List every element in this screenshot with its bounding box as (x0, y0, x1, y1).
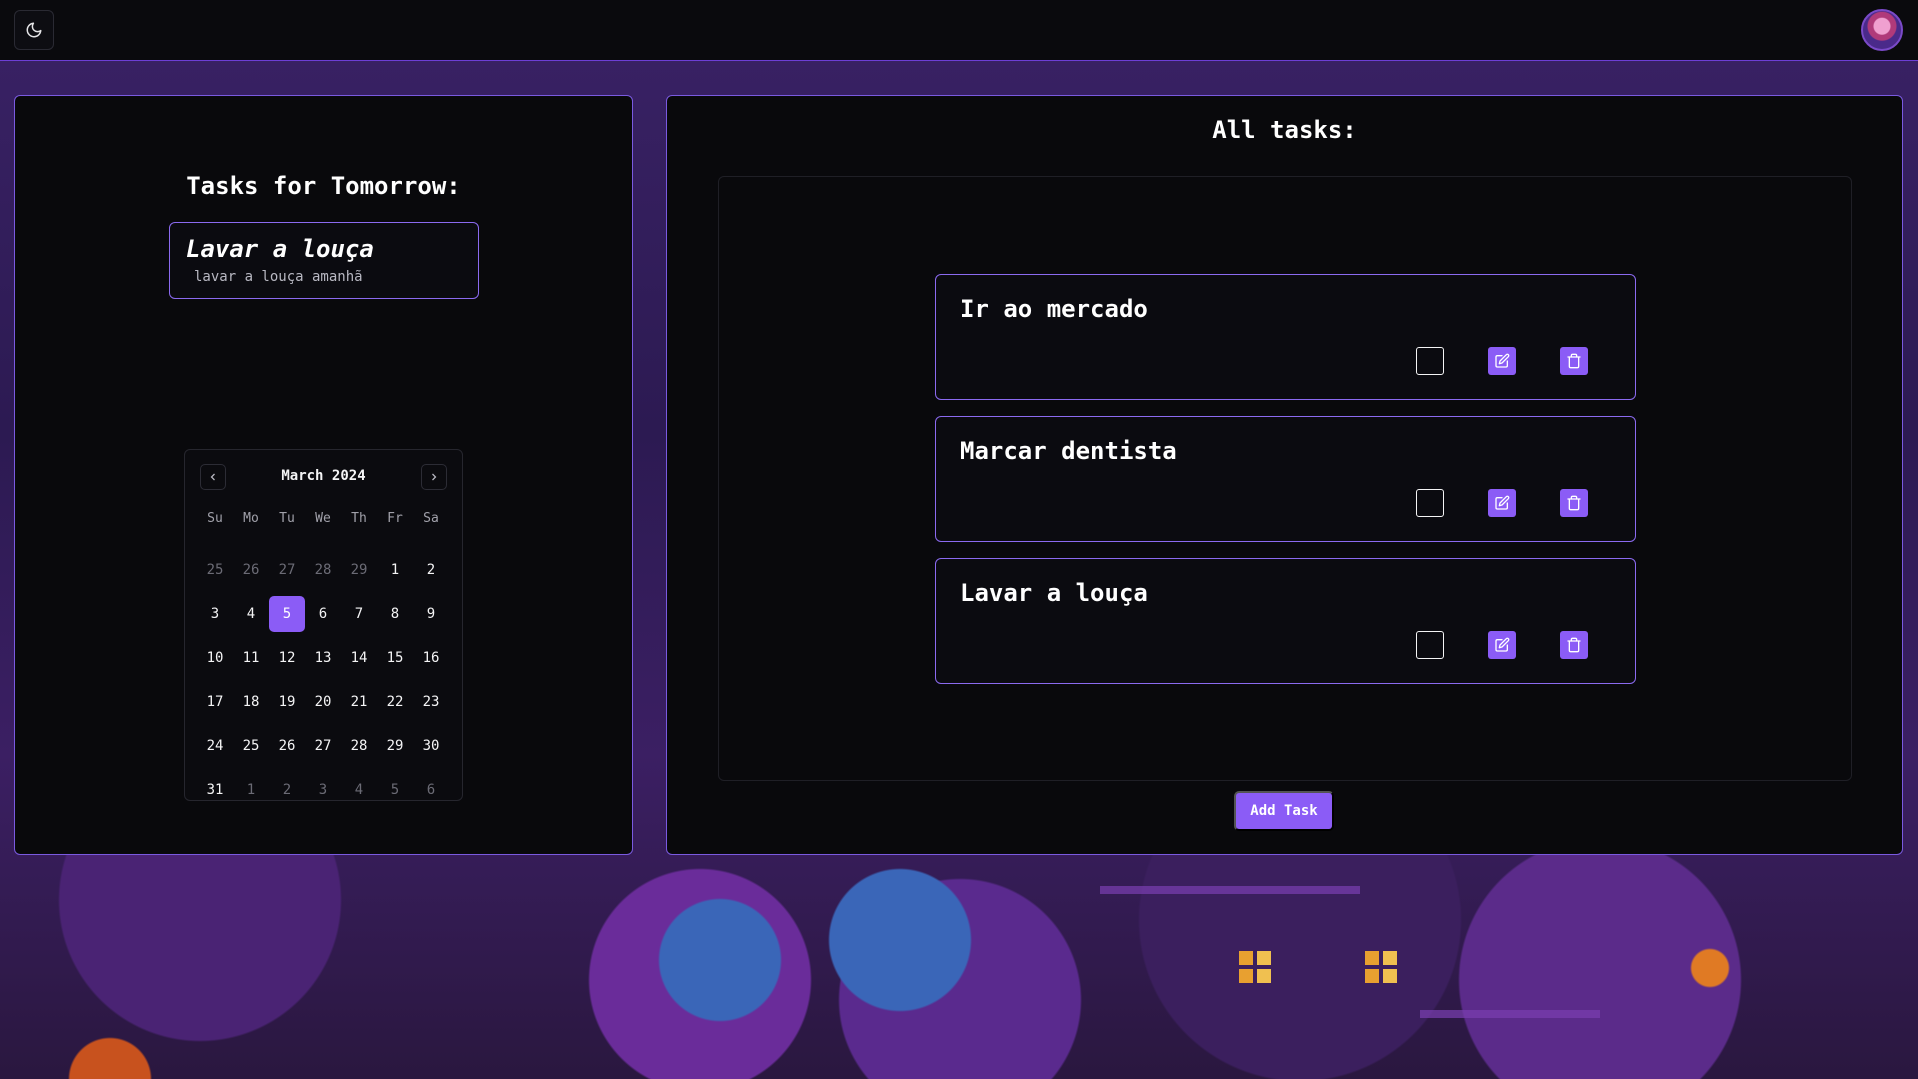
task-complete-checkbox[interactable] (1416, 489, 1444, 517)
add-task-button[interactable]: Add Task (1234, 791, 1334, 831)
task-delete-button[interactable] (1560, 631, 1588, 659)
calendar-weekday: We (315, 510, 331, 526)
tomorrow-title: Tasks for Tomorrow: (186, 172, 461, 200)
calendar-day[interactable]: 16 (413, 640, 449, 676)
calendar-day[interactable]: 24 (197, 728, 233, 764)
calendar-day[interactable]: 6 (305, 596, 341, 632)
calendar-day[interactable]: 2 (269, 772, 305, 808)
calendar-day[interactable]: 19 (269, 684, 305, 720)
calendar-day[interactable]: 17 (197, 684, 233, 720)
calendar-day[interactable]: 3 (197, 596, 233, 632)
calendar-day[interactable]: 9 (413, 596, 449, 632)
calendar-day[interactable]: 23 (413, 684, 449, 720)
calendar-weekday: Tu (279, 510, 295, 526)
calendar-weekday: Sa (423, 510, 439, 526)
calendar-day[interactable]: 22 (377, 684, 413, 720)
calendar: March 2024 Su Mo Tu We Th Fr Sa 25 26 27 28 29 1 2 3 4 5… (184, 449, 463, 801)
task-delete-button[interactable] (1560, 347, 1588, 375)
task-card: Marcar dentista (935, 416, 1636, 542)
calendar-day[interactable]: 13 (305, 640, 341, 676)
chevron-right-icon (432, 473, 437, 481)
calendar-day[interactable]: 31 (197, 772, 233, 808)
tomorrow-task-title: Lavar a louça (186, 235, 374, 263)
tomorrow-task-card[interactable]: Lavar a louça lavar a louça amanhã (169, 222, 479, 299)
task-card: Ir ao mercado (935, 274, 1636, 400)
moon-icon (26, 22, 42, 38)
task-title: Ir ao mercado (960, 295, 1148, 323)
tomorrow-panel: Tasks for Tomorrow: Lavar a louça lavar … (14, 95, 633, 855)
calendar-day[interactable]: 5 (377, 772, 413, 808)
calendar-day[interactable]: 10 (197, 640, 233, 676)
edit-icon (1495, 637, 1510, 652)
calendar-day[interactable]: 26 (233, 552, 269, 588)
task-edit-button[interactable] (1488, 489, 1516, 517)
calendar-day[interactable]: 27 (305, 728, 341, 764)
calendar-day[interactable]: 1 (377, 552, 413, 588)
calendar-day[interactable]: 27 (269, 552, 305, 588)
task-edit-button[interactable] (1488, 631, 1516, 659)
calendar-day[interactable]: 30 (413, 728, 449, 764)
trash-icon (1567, 495, 1581, 511)
calendar-weekday: Th (351, 510, 367, 526)
tomorrow-task-description: lavar a louça amanhã (194, 269, 363, 285)
calendar-day[interactable]: 21 (341, 684, 377, 720)
task-complete-checkbox[interactable] (1416, 631, 1444, 659)
calendar-day[interactable]: 2 (413, 552, 449, 588)
calendar-day[interactable]: 29 (341, 552, 377, 588)
calendar-weekday: Fr (387, 510, 403, 526)
calendar-day[interactable]: 28 (341, 728, 377, 764)
calendar-day[interactable]: 25 (233, 728, 269, 764)
task-list: Ir ao mercado Marcar dentista Lavar a lo… (718, 176, 1852, 781)
calendar-next-button[interactable] (421, 464, 447, 490)
calendar-day[interactable]: 1 (233, 772, 269, 808)
task-title: Marcar dentista (960, 437, 1177, 465)
task-complete-checkbox[interactable] (1416, 347, 1444, 375)
calendar-day[interactable]: 25 (197, 552, 233, 588)
calendar-day[interactable]: 4 (341, 772, 377, 808)
calendar-day[interactable]: 20 (305, 684, 341, 720)
edit-icon (1495, 353, 1510, 368)
calendar-weekday: Su (207, 510, 223, 526)
task-edit-button[interactable] (1488, 347, 1516, 375)
edit-icon (1495, 495, 1510, 510)
calendar-day[interactable]: 28 (305, 552, 341, 588)
calendar-day[interactable]: 6 (413, 772, 449, 808)
calendar-weekday: Mo (243, 510, 259, 526)
calendar-day[interactable]: 18 (233, 684, 269, 720)
calendar-day-selected[interactable]: 5 (269, 596, 305, 632)
all-tasks-panel: All tasks: Ir ao mercado Marcar dentista… (666, 95, 1903, 855)
calendar-day[interactable]: 15 (377, 640, 413, 676)
calendar-day[interactable]: 7 (341, 596, 377, 632)
calendar-day[interactable]: 3 (305, 772, 341, 808)
task-card: Lavar a louça (935, 558, 1636, 684)
user-avatar[interactable] (1861, 9, 1903, 51)
calendar-day[interactable]: 12 (269, 640, 305, 676)
calendar-day[interactable]: 8 (377, 596, 413, 632)
all-tasks-title: All tasks: (1212, 116, 1357, 144)
calendar-grid: Su Mo Tu We Th Fr Sa 25 26 27 28 29 1 2 3 4 5 6 7 8 9 10 11 12 1… (197, 504, 449, 812)
trash-icon (1567, 637, 1581, 653)
calendar-day[interactable]: 4 (233, 596, 269, 632)
top-bar (0, 0, 1918, 61)
calendar-day[interactable]: 11 (233, 640, 269, 676)
theme-toggle-button[interactable] (14, 10, 54, 50)
calendar-day[interactable]: 14 (341, 640, 377, 676)
calendar-day[interactable]: 26 (269, 728, 305, 764)
task-title: Lavar a louça (960, 579, 1148, 607)
task-delete-button[interactable] (1560, 489, 1588, 517)
trash-icon (1567, 353, 1581, 369)
calendar-day[interactable]: 29 (377, 728, 413, 764)
